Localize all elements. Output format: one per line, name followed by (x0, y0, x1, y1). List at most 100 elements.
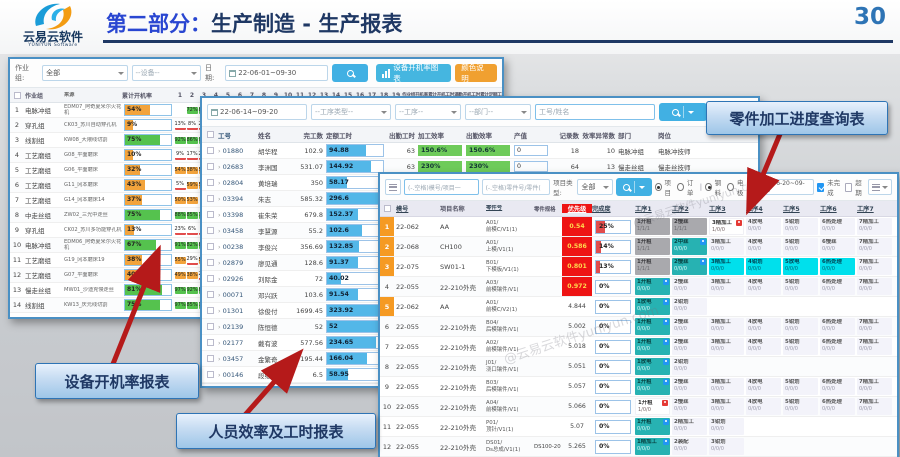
col-header[interactable]: 优先级 (562, 204, 592, 213)
row-checkbox[interactable] (202, 323, 218, 331)
utilization-chart-button[interactable]: 设备开机率图表 (376, 64, 451, 82)
row-checkbox[interactable] (202, 307, 218, 315)
cell-priority: 5.002 (562, 317, 592, 336)
day-badge: 100% (187, 317, 198, 320)
expand-icon[interactable]: › (218, 259, 221, 267)
expand-icon[interactable]: › (218, 147, 221, 155)
color-legend-button[interactable]: 颜色说明 (455, 64, 497, 82)
col-header-op[interactable]: 工序6 (819, 203, 856, 214)
table-row[interactable]: 422-05522-210外壳A03/前模镶件/V1(0.9720%1开粗0/0… (380, 277, 897, 297)
table-row[interactable]: 522-062AAA01/前模C/V2(1)4.8440%1放电0/0/02钳划… (380, 297, 897, 317)
search-button[interactable] (659, 103, 707, 121)
row-index: 4 (10, 151, 24, 159)
table-row[interactable]: 1122-05522-210外壳P01/顶针/V1(1)5.070%1开粗0/0… (380, 417, 897, 437)
date-range-picker[interactable]: 22-06-01~09-30 (225, 65, 328, 81)
operation-count: 0/0/0 (859, 406, 890, 412)
row-checkbox[interactable] (202, 227, 218, 235)
radio-project[interactable] (655, 183, 662, 191)
group-select[interactable]: 全部 (42, 65, 127, 81)
select-all-checkbox[interactable] (202, 131, 218, 139)
row-checkbox[interactable] (202, 275, 218, 283)
row-index: 6 (380, 317, 394, 336)
expand-icon[interactable]: › (218, 339, 221, 347)
expand-icon[interactable]: › (218, 323, 221, 331)
col-header-op[interactable]: 工序3 (708, 203, 745, 214)
search-button[interactable] (332, 64, 368, 82)
col-header[interactable]: 零件号 (484, 205, 534, 212)
overdue-checkbox[interactable] (845, 183, 852, 192)
table-row[interactable]: 922-05522-210外壳B03/后模镶件/V1(5.0570%1开粗0/0… (380, 377, 897, 397)
select-all-checkbox[interactable] (10, 92, 24, 99)
col-header-op[interactable]: 工序4 (745, 203, 782, 214)
row-checkbox[interactable] (202, 339, 218, 347)
row-checkbox[interactable] (202, 163, 218, 171)
cell-operation: 1开粗0/0/0 (634, 377, 671, 396)
expand-icon[interactable]: › (218, 371, 221, 379)
row-checkbox[interactable] (202, 291, 218, 299)
table-row[interactable]: 122-062AAA01/前模C/V1(1)0.5425%1开粗1/1/12慢丝… (380, 217, 897, 237)
expand-icon[interactable]: › (218, 275, 221, 283)
operation-count: 0/0/0 (711, 286, 742, 292)
table-row[interactable]: 322-075SW01-1B01/下模板/V1(1)0.80113%1开粗1/1… (380, 257, 897, 277)
col-header-op[interactable]: 工序2 (671, 203, 708, 214)
expand-icon[interactable]: › (218, 291, 221, 299)
radio-order[interactable] (677, 183, 684, 191)
unfinished-checkbox[interactable] (817, 183, 824, 192)
cell-operation: 2慢丝0/0/0 (671, 397, 708, 416)
search-button[interactable] (616, 178, 652, 196)
table-row[interactable]: 1022-05522-210外壳A04/前模镶件/V1(5.0660%1开粗1/… (380, 397, 897, 417)
expand-icon[interactable]: › (218, 307, 221, 315)
table-row[interactable]: 1222-05522-210外壳DS01/Ds总成/V1(1)DS100-205… (380, 437, 897, 457)
expand-icon[interactable]: › (218, 163, 221, 171)
row-checkbox[interactable] (202, 179, 218, 187)
expand-icon[interactable]: › (218, 179, 221, 187)
row-checkbox[interactable] (202, 371, 218, 379)
process-select[interactable]: --工序-- (395, 104, 461, 120)
cell-part-no: B01/下模板/V1(1) (484, 257, 534, 276)
col-header-op[interactable]: 工序1 (634, 203, 671, 214)
select-all-checkbox[interactable] (380, 205, 394, 213)
cell-rate: 10% (122, 149, 174, 161)
row-checkbox[interactable] (202, 243, 218, 251)
col-header-op[interactable]: 工序5 (782, 203, 819, 214)
radio-electrode[interactable] (727, 183, 734, 191)
table-row[interactable]: 722-05522-210外壳A02/前模镶件/V1(5.0180%1开粗0/0… (380, 337, 897, 357)
radio-steel[interactable] (705, 183, 712, 191)
menu-button[interactable] (385, 179, 401, 195)
chevron-down-icon (603, 186, 609, 189)
row-checkbox[interactable] (202, 259, 218, 267)
employee-search-input[interactable]: 工号/姓名 (535, 104, 655, 120)
process-type-select[interactable]: --工序类型-- (311, 104, 391, 120)
date-range-picker[interactable]: 22-06-14~09-20 (207, 104, 307, 120)
table-row[interactable]: 222-068CH100A01/上模/V1(1)0.58614%1开粗1/1/1… (380, 237, 897, 257)
row-checkbox[interactable] (202, 147, 218, 155)
row-checkbox[interactable] (202, 211, 218, 219)
device-select[interactable]: --设备-- (132, 65, 202, 81)
row-index: 12 (10, 271, 24, 279)
expand-icon[interactable]: › (218, 243, 221, 251)
part-filter-input[interactable]: (-.空格)零件号/零件( (482, 179, 551, 195)
expand-icon[interactable]: › (218, 227, 221, 235)
col-header: 加工效率 (418, 130, 466, 140)
row-checkbox[interactable] (202, 195, 218, 203)
table-row[interactable]: ›01880胡华程102.994.8863150.6%150.6%01810电脉… (202, 143, 758, 159)
table-row[interactable]: 822-05522-210外壳J01/浇口镶件/V1(5.0510%1放电0/0… (380, 357, 897, 377)
cell-operation: 2慢丝0/0/0 (671, 317, 708, 336)
expand-icon[interactable]: › (218, 211, 221, 219)
project-type-select[interactable]: 全部 (577, 179, 612, 195)
row-checkbox[interactable] (202, 355, 218, 363)
operation-badge: 4放电0/0/0 (746, 218, 781, 235)
col-header-op[interactable]: 工序7 (856, 203, 893, 214)
expand-icon[interactable]: › (218, 195, 221, 203)
expand-icon[interactable]: › (218, 355, 221, 363)
grid-settings-button[interactable] (868, 179, 892, 195)
mold-filter-input[interactable]: (-.空格)模号/项目一 (404, 179, 479, 195)
date-range-picker[interactable]: 22-06-20~09-20 (750, 179, 814, 195)
col-header[interactable]: 完成度 (592, 204, 634, 213)
col-header[interactable]: 模号 (394, 204, 438, 213)
table-row[interactable]: 622-05522-210外壳B04/后模镶件/V1(5.0020%1开粗0/0… (380, 317, 897, 337)
department-select[interactable]: --部门-- (465, 104, 531, 120)
progress-box: 0% (595, 380, 631, 394)
page-number: 30 (854, 4, 886, 30)
cell-done-qty: 531.07 (290, 163, 326, 171)
